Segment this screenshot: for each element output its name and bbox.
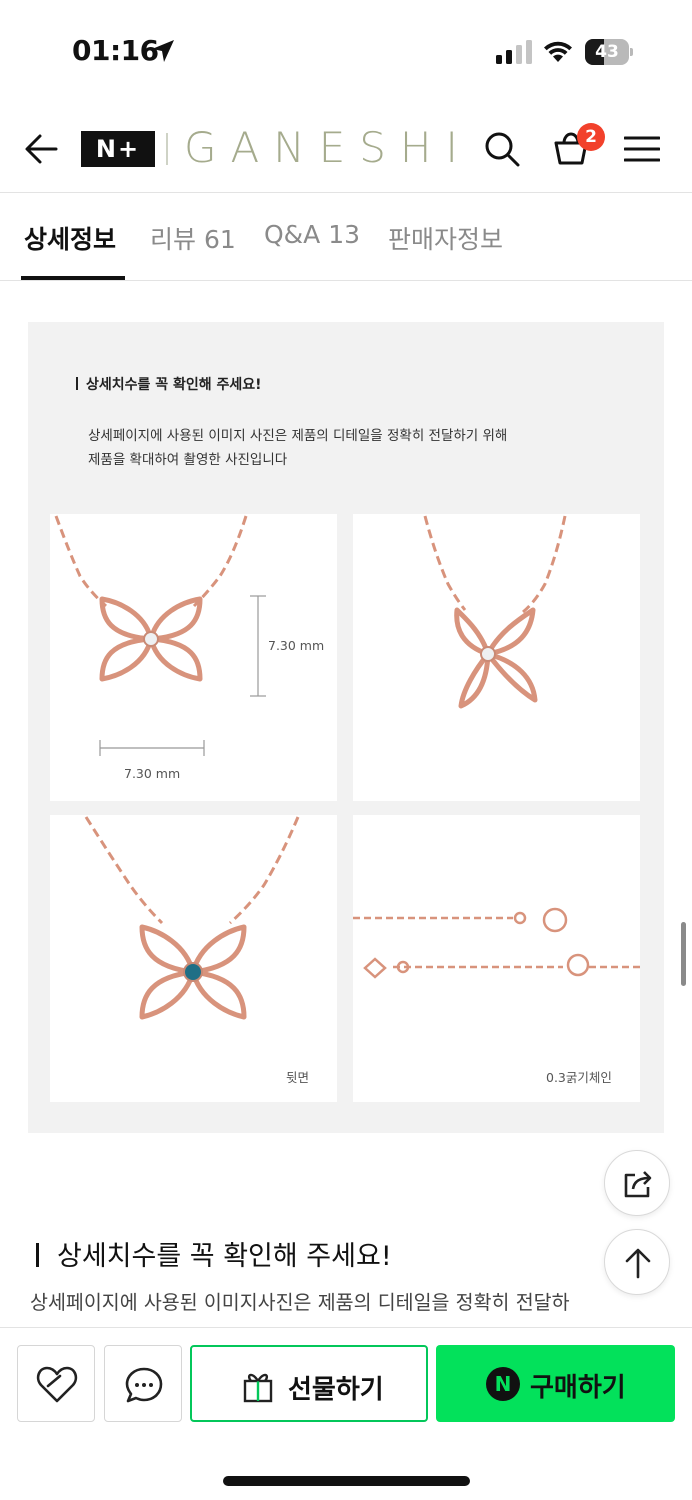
heart-icon <box>36 1366 78 1403</box>
cell-signal-icon <box>496 40 532 64</box>
tab-qna[interactable]: Q&A 13 <box>264 220 360 249</box>
dimension-width-label: 7.30 mm <box>124 766 181 781</box>
dimension-height-label: 7.30 mm <box>268 638 325 653</box>
chain-illustration <box>353 907 640 979</box>
location-arrow-icon <box>152 40 174 62</box>
product-tabs: 상세정보 리뷰 61 Q&A 13 판매자정보 <box>0 194 692 281</box>
product-image-angled[interactable] <box>353 514 640 801</box>
caption-back: 뒷면 <box>286 1070 310 1085</box>
necklace-back-illustration <box>84 816 300 1020</box>
scroll-indicator[interactable] <box>681 922 686 986</box>
gift-button[interactable]: 선물하기 <box>190 1345 428 1422</box>
cart-count-badge: 2 <box>577 123 605 151</box>
home-indicator <box>223 1476 470 1486</box>
battery-level: 43 <box>595 42 619 62</box>
tab-reviews[interactable]: 리뷰 61 <box>150 220 236 256</box>
wishlist-button[interactable] <box>17 1345 95 1422</box>
app-header: N+ GANESHI 2 <box>0 105 692 193</box>
detail-image-panel: 상세치수를 꼭 확인해 주세요! 상세페이지에 사용된 이미지 사진은 제품의 … <box>28 322 664 1133</box>
share-button[interactable] <box>604 1150 670 1216</box>
hamburger-menu-icon[interactable] <box>624 135 660 163</box>
status-bar: 01:16 43 <box>0 0 692 100</box>
product-image-chain[interactable]: 0.3굵기체인 <box>353 815 640 1102</box>
battery-indicator: 43 <box>585 39 633 65</box>
chat-bubble-icon <box>125 1367 163 1403</box>
logo-divider <box>166 133 168 165</box>
chat-button[interactable] <box>104 1345 182 1422</box>
necklace-front-illustration <box>54 515 266 756</box>
section-title: 상세치수를 꼭 확인해 주세요! <box>36 1234 392 1273</box>
buy-label: 구매하기 <box>530 1373 626 1403</box>
share-icon <box>624 1171 652 1198</box>
section-description: 상세페이지에 사용된 이미지사진은 제품의 디테일을 정확히 전달하 <box>30 1291 570 1314</box>
naver-pay-icon: N <box>486 1367 520 1401</box>
buy-button[interactable]: N 구매하기 <box>436 1345 675 1422</box>
necklace-angled-illustration <box>423 515 567 709</box>
product-image-back[interactable]: 뒷면 <box>50 815 337 1102</box>
gift-icon <box>243 1373 273 1403</box>
search-icon[interactable] <box>484 131 520 167</box>
brand-logo[interactable]: GANESHI <box>184 123 472 172</box>
caption-chain: 0.3굵기체인 <box>546 1070 612 1085</box>
product-image-front[interactable]: 7.30 mm 7.30 mm <box>50 514 337 801</box>
svg-text:N: N <box>495 1372 512 1396</box>
wifi-icon <box>544 41 572 62</box>
gift-label: 선물하기 <box>288 1375 384 1405</box>
tab-seller-info[interactable]: 판매자정보 <box>388 220 503 256</box>
notice-line-1: 상세페이지에 사용된 이미지 사진은 제품의 디테일을 정확히 전달하기 위해 <box>88 428 508 444</box>
notice-line-2: 제품을 확대하여 촬영한 사진입니다 <box>88 452 288 468</box>
active-tab-indicator <box>21 276 125 280</box>
notice-title: 상세치수를 꼭 확인해 주세요! <box>76 374 262 394</box>
tab-detail[interactable]: 상세정보 <box>24 220 116 256</box>
naver-plus-badge[interactable]: N+ <box>81 131 155 167</box>
bottom-action-bar: 선물하기 N 구매하기 <box>0 1327 692 1500</box>
status-time: 01:16 <box>72 34 159 67</box>
back-arrow-icon[interactable] <box>24 133 58 165</box>
arrow-up-icon <box>625 1248 651 1279</box>
